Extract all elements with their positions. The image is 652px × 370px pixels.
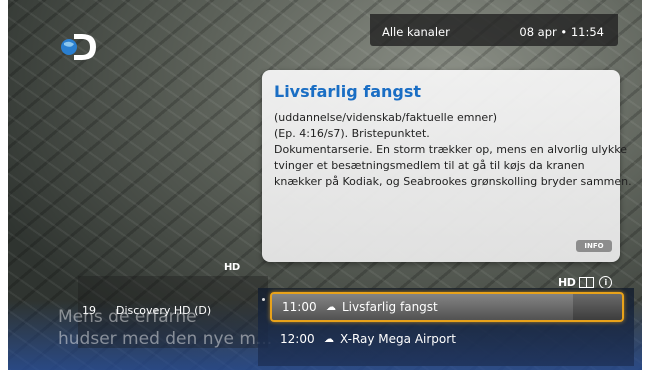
cloud-icon: ☁ xyxy=(326,301,336,313)
program-name: Livsfarlig fangst xyxy=(342,300,438,314)
subtitle-line: hudser med den nye m... xyxy=(58,329,273,349)
description-line: (uddannelse/videnskab/faktuelle emner) xyxy=(274,111,498,124)
program-list: 11:00 ☁ Livsfarlig fangst 12:00 ☁ X-Ray … xyxy=(258,288,634,366)
description-line: Dokumentarserie. En storm trækker op, me… xyxy=(274,143,628,156)
program-time: 11:00 xyxy=(282,300,317,314)
subtitles: Mens de erfarne hudser med den nye m... xyxy=(58,306,272,350)
description-line: (Ep. 4:16/s7). Bristepunktet. xyxy=(274,127,430,140)
program-row-current[interactable]: 11:00 ☁ Livsfarlig fangst xyxy=(270,292,624,322)
date-time: 08 apr • 11:54 xyxy=(519,25,604,39)
info-button[interactable]: INFO xyxy=(576,240,612,252)
top-info-bar: Alle kanaler 08 apr • 11:54 xyxy=(370,14,618,46)
hd-badge: HD xyxy=(224,262,240,273)
program-time: 12:00 xyxy=(280,332,315,346)
program-description: (uddannelse/videnskab/faktuelle emner) (… xyxy=(274,110,632,190)
discovery-logo-icon xyxy=(61,34,96,60)
description-line: knækker på Kodiak, og Seabrookes grønsko… xyxy=(274,175,632,188)
dual-audio-icon xyxy=(579,277,595,288)
tv-screen: Alle kanaler 08 apr • 11:54 Livsfarlig f… xyxy=(8,0,642,370)
current-marker-icon xyxy=(262,298,265,301)
program-row-next[interactable]: 12:00 ☁ X-Ray Mega Airport xyxy=(270,326,620,352)
program-title: Livsfarlig fangst xyxy=(274,82,422,101)
cloud-icon: ☁ xyxy=(324,333,334,345)
channel-filter-label[interactable]: Alle kanaler xyxy=(382,25,450,39)
description-line: tvinger et besætningsmedlem til at gå ti… xyxy=(274,159,585,172)
program-name: X-Ray Mega Airport xyxy=(340,332,456,346)
program-info-panel: Livsfarlig fangst (uddannelse/videnskab/… xyxy=(262,70,632,262)
subtitle-line: Mens de erfarne xyxy=(58,307,197,327)
